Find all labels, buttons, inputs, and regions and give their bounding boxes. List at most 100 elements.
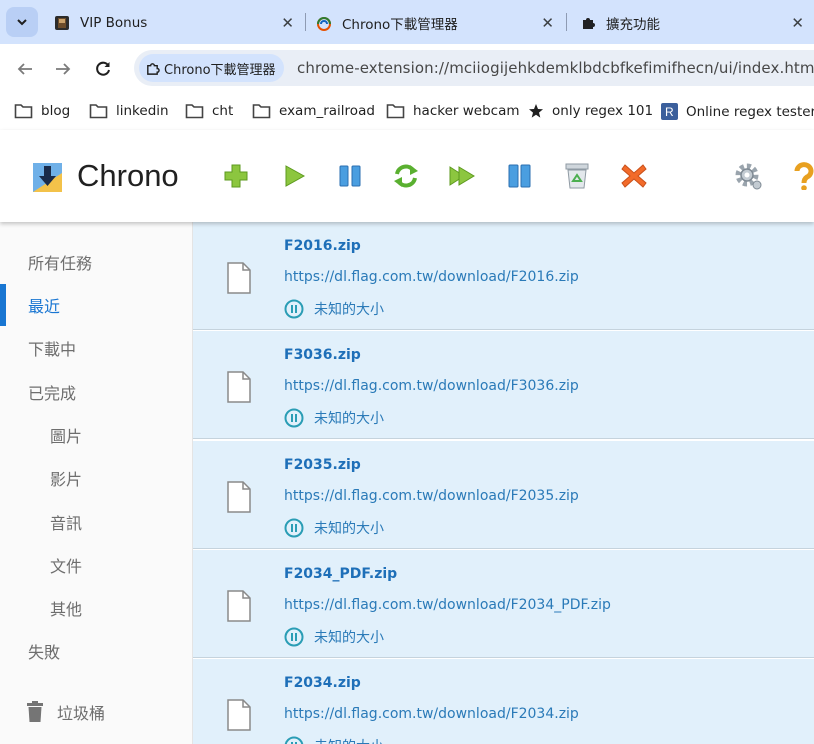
pause-circle-icon[interactable] xyxy=(284,736,304,744)
help-icon[interactable] xyxy=(790,162,814,190)
pause-icon[interactable] xyxy=(336,162,364,190)
sidebar-item-downloading[interactable]: 下載中 xyxy=(28,336,76,360)
start-all-icon[interactable] xyxy=(448,162,476,190)
tab-extensions[interactable]: 擴充功能 ✕ xyxy=(580,6,814,40)
address-bar[interactable]: Chrono下載管理器 chrome-extension://mciiogije… xyxy=(134,50,814,86)
puzzle-favicon-icon xyxy=(580,15,596,31)
chrono-logo-icon xyxy=(33,163,62,192)
download-list: F2016.zip https://dl.flag.com.tw/downloa… xyxy=(193,222,814,744)
tab-separator xyxy=(305,13,306,31)
download-size-label: 未知的大小 xyxy=(314,302,384,318)
tab-close-button[interactable]: ✕ xyxy=(281,14,294,32)
pause-circle-icon[interactable] xyxy=(284,408,304,428)
sidebar-item-documents[interactable]: 文件 xyxy=(50,553,82,577)
sidebar-item-trash[interactable]: 垃圾桶 xyxy=(26,700,105,724)
bookmark-label: only regex 101 xyxy=(552,103,654,119)
download-item[interactable]: F2035.zip https://dl.flag.com.tw/downloa… xyxy=(193,441,814,549)
sidebar-item-completed[interactable]: 已完成 xyxy=(28,380,76,404)
tab-label: Chrono下載管理器 xyxy=(342,17,458,33)
tab-vip-bonus[interactable]: VIP Bonus ✕ xyxy=(54,6,304,40)
chevron-down-icon xyxy=(17,19,27,26)
delete-icon[interactable] xyxy=(620,162,648,190)
recycle-bin-icon[interactable] xyxy=(563,162,591,190)
folder-icon xyxy=(386,103,405,119)
back-button[interactable] xyxy=(12,56,38,82)
tab-close-button[interactable]: ✕ xyxy=(791,14,804,32)
tab-close-button[interactable]: ✕ xyxy=(541,14,554,32)
active-indicator xyxy=(0,284,6,326)
bookmark-label: linkedin xyxy=(116,103,169,119)
gear-icon[interactable] xyxy=(734,162,762,190)
download-size-label: 未知的大小 xyxy=(314,521,384,537)
download-filename[interactable]: F2034.zip xyxy=(284,675,361,691)
bookmark-label: blog xyxy=(41,103,71,119)
tab-search-button[interactable] xyxy=(6,7,38,37)
bookmark-label: cht xyxy=(212,103,234,119)
sidebar-item-images[interactable]: 圖片 xyxy=(50,423,82,447)
add-icon[interactable] xyxy=(222,162,250,190)
forward-button[interactable] xyxy=(50,56,76,82)
download-item[interactable]: F2016.zip https://dl.flag.com.tw/downloa… xyxy=(193,222,814,330)
bookmark-exam-railroad[interactable]: exam_railroad xyxy=(252,103,375,119)
bookmark-hacker-webcam[interactable]: hacker webcam xyxy=(386,103,520,119)
download-size-label: 未知的大小 xyxy=(314,411,384,427)
arrow-right-icon xyxy=(56,63,71,75)
file-icon xyxy=(227,371,251,403)
file-icon xyxy=(227,699,251,731)
download-filename[interactable]: F2016.zip xyxy=(284,238,361,254)
site-chip-label: Chrono下載管理器 xyxy=(164,62,276,78)
sidebar: 所有任務 最近 下載中 已完成 圖片 影片 音訊 文件 其他 失敗 垃圾桶 xyxy=(0,222,193,744)
sidebar-item-recent[interactable]: 最近 xyxy=(28,293,60,317)
sidebar-item-audio[interactable]: 音訊 xyxy=(50,510,82,534)
reload-icon xyxy=(96,61,110,76)
pause-circle-icon[interactable] xyxy=(284,518,304,538)
extension-icon xyxy=(145,61,160,76)
folder-icon xyxy=(14,103,33,119)
bookmark-online-regex-tester[interactable]: R Online regex tester... xyxy=(661,103,814,120)
sidebar-item-others[interactable]: 其他 xyxy=(50,596,82,620)
download-url[interactable]: https://dl.flag.com.tw/download/F2034_PD… xyxy=(284,597,611,613)
bookmark-label: Online regex tester... xyxy=(686,103,814,120)
folder-icon xyxy=(185,103,204,119)
download-status: 未知的大小 xyxy=(284,736,384,744)
download-item[interactable]: F2034.zip https://dl.flag.com.tw/downloa… xyxy=(193,659,814,744)
play-icon[interactable] xyxy=(280,162,308,190)
download-url[interactable]: https://dl.flag.com.tw/download/F3036.zi… xyxy=(284,378,579,394)
tab-label: VIP Bonus xyxy=(80,15,148,31)
bookmark-label: exam_railroad xyxy=(279,103,375,119)
download-status: 未知的大小 xyxy=(284,627,384,647)
download-url[interactable]: https://dl.flag.com.tw/download/F2034.zi… xyxy=(284,706,579,722)
refresh-icon[interactable] xyxy=(392,162,420,190)
download-size-label: 未知的大小 xyxy=(314,630,384,646)
pause-circle-icon[interactable] xyxy=(284,627,304,647)
app-header: Chrono xyxy=(0,130,814,222)
chrono-favicon-icon xyxy=(316,15,332,31)
download-url[interactable]: https://dl.flag.com.tw/download/F2035.zi… xyxy=(284,488,579,504)
tab-chrono[interactable]: Chrono下載管理器 ✕ xyxy=(316,6,564,40)
trash-label: 垃圾桶 xyxy=(57,704,106,723)
file-icon xyxy=(227,262,251,294)
url-text[interactable]: chrome-extension://mciiogijehkdemklbdcbf… xyxy=(297,59,814,77)
download-status: 未知的大小 xyxy=(284,518,384,538)
site-info-chip[interactable]: Chrono下載管理器 xyxy=(139,54,284,82)
bookmark-linkedin[interactable]: linkedin xyxy=(89,103,169,119)
pause-all-icon[interactable] xyxy=(506,162,534,190)
sidebar-item-videos[interactable]: 影片 xyxy=(50,466,82,490)
reload-button[interactable] xyxy=(90,56,116,82)
bookmarks-bar: blog linkedin cht exam_railroad hacker w… xyxy=(0,94,814,130)
bookmark-cht[interactable]: cht xyxy=(185,103,233,119)
download-item[interactable]: F3036.zip https://dl.flag.com.tw/downloa… xyxy=(193,331,814,439)
download-filename[interactable]: F2034_PDF.zip xyxy=(284,566,397,582)
pause-circle-icon[interactable] xyxy=(284,299,304,319)
sidebar-item-all-tasks[interactable]: 所有任務 xyxy=(28,250,92,274)
download-url[interactable]: https://dl.flag.com.tw/download/F2016.zi… xyxy=(284,269,579,285)
app-title: Chrono xyxy=(77,158,179,193)
bookmark-blog[interactable]: blog xyxy=(14,103,70,119)
folder-icon xyxy=(252,103,271,119)
download-filename[interactable]: F3036.zip xyxy=(284,347,361,363)
download-item[interactable]: F2034_PDF.zip https://dl.flag.com.tw/dow… xyxy=(193,550,814,658)
download-filename[interactable]: F2035.zip xyxy=(284,457,361,473)
svg-text:R: R xyxy=(665,105,674,119)
bookmark-only-regex[interactable]: only regex 101 xyxy=(528,103,653,119)
sidebar-item-failed[interactable]: 失敗 xyxy=(28,639,60,663)
